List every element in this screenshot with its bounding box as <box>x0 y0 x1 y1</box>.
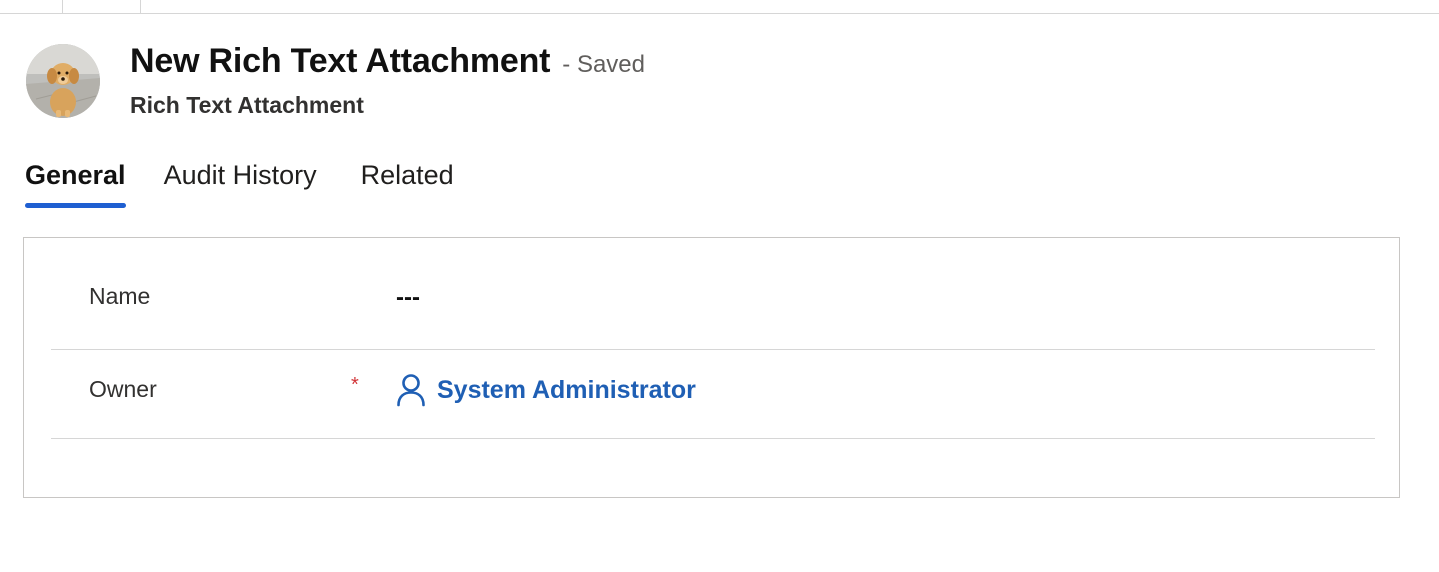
active-tab-indicator <box>25 203 126 208</box>
owner-lookup-link[interactable]: System Administrator <box>396 373 696 407</box>
command-bar-separator <box>140 0 141 13</box>
tab-label: Audit History <box>163 160 317 190</box>
record-avatar[interactable] <box>26 44 100 118</box>
general-section: Name --- Owner * System Administrator <box>23 237 1400 498</box>
puppy-photo-avatar <box>26 44 100 118</box>
tab-audit-history[interactable]: Audit History <box>164 158 317 212</box>
owner-name: System Administrator <box>437 375 696 404</box>
tab-list: General Audit History Related <box>25 158 498 212</box>
record-title: New Rich Text Attachment <box>130 42 551 80</box>
entity-name: Rich Text Attachment <box>130 92 364 118</box>
save-status: - Saved <box>562 51 645 78</box>
field-row-owner: Owner * System Administrator <box>51 349 1375 439</box>
field-label-owner: Owner <box>89 376 157 402</box>
command-bar-remnant <box>0 0 1439 14</box>
person-icon <box>396 373 426 407</box>
tab-label: Related <box>360 160 454 190</box>
tab-label: General <box>25 160 126 190</box>
command-bar-separator <box>62 0 63 13</box>
name-field[interactable]: --- <box>396 284 420 312</box>
field-row-name: Name --- <box>51 238 1375 350</box>
record-header: New Rich Text Attachment - Saved <box>130 42 645 86</box>
record-form-page: New Rich Text Attachment - Saved Rich Te… <box>0 0 1439 572</box>
required-indicator: * <box>351 374 359 396</box>
tab-related[interactable]: Related <box>361 158 454 212</box>
tab-general[interactable]: General <box>25 158 126 212</box>
field-label-name: Name <box>89 283 151 309</box>
